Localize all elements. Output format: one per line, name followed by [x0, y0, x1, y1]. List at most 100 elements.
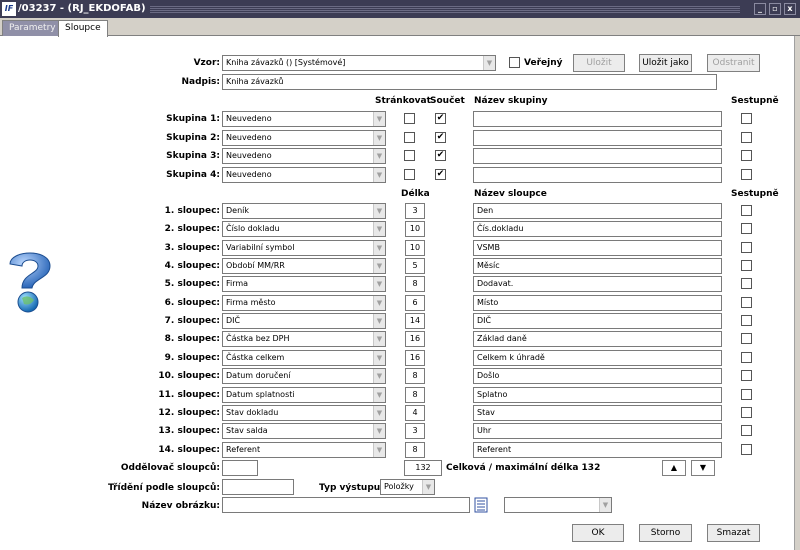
column-descending-checkbox[interactable]: [741, 296, 752, 308]
column-name-input[interactable]: Místo: [473, 294, 722, 311]
group-name-input[interactable]: [473, 111, 722, 127]
column-name-input[interactable]: DIČ: [473, 313, 722, 330]
nadpis-input[interactable]: Kniha závazků: [222, 74, 717, 90]
column-name-input[interactable]: Základ daně: [473, 331, 722, 348]
column-length-input[interactable]: 3: [405, 423, 425, 440]
column-name-input[interactable]: Čís.dokladu: [473, 221, 722, 238]
save-button[interactable]: Uložit: [573, 54, 625, 72]
column-select[interactable]: Stav salda ▼: [222, 423, 386, 440]
column-descending-checkbox[interactable]: [741, 425, 752, 437]
group-descending-checkbox[interactable]: [741, 131, 752, 143]
column-descending-checkbox[interactable]: [741, 443, 752, 455]
column-length-input[interactable]: 6: [405, 294, 425, 311]
column-select[interactable]: Stav dokladu ▼: [222, 404, 386, 421]
column-descending-checkbox[interactable]: [741, 260, 752, 272]
group-descending-checkbox[interactable]: [741, 150, 752, 161]
column-select[interactable]: Datum splatnosti ▼: [222, 386, 386, 403]
nazev-obrazku-input[interactable]: [222, 497, 470, 513]
strankovat-checkbox[interactable]: [404, 131, 415, 143]
group-name-input[interactable]: [473, 166, 722, 183]
column-select[interactable]: DIČ ▼: [222, 313, 386, 330]
column-length-input[interactable]: 16: [405, 331, 425, 348]
group-select[interactable]: Neuvedeno ▼: [222, 111, 386, 127]
typ-vystupu-select[interactable]: Položky ▼: [380, 479, 435, 495]
column-select[interactable]: Datum doručení ▼: [222, 368, 386, 385]
clear-button[interactable]: Smazat: [707, 524, 760, 542]
group-select[interactable]: Neuvedeno ▼: [222, 166, 386, 183]
column-name-input[interactable]: VSMB: [473, 239, 722, 256]
column-name-input[interactable]: Celkem k úhradě: [473, 349, 722, 366]
column-length-input[interactable]: 8: [405, 368, 425, 385]
oddelovac-input[interactable]: [222, 460, 258, 476]
vzor-select[interactable]: Kniha závazků () [Systémové] ▼: [222, 55, 496, 71]
column-name-input[interactable]: Měsíc: [473, 258, 722, 275]
strankovat-checkbox[interactable]: [404, 150, 415, 161]
soucet-checkbox[interactable]: ✔: [435, 150, 446, 161]
column-length-input[interactable]: 5: [405, 258, 425, 275]
soucet-checkbox[interactable]: ✔: [435, 113, 446, 124]
column-select[interactable]: Referent ▼: [222, 441, 386, 458]
group-name-input[interactable]: [473, 129, 722, 146]
tab-parametry[interactable]: Parametry: [2, 20, 63, 36]
verejny-checkbox[interactable]: [509, 57, 520, 68]
column-name-input[interactable]: Dodavat.: [473, 276, 722, 293]
column-descending-checkbox[interactable]: [741, 205, 752, 216]
group-select[interactable]: Neuvedeno ▼: [222, 129, 386, 146]
column-select[interactable]: Částka bez DPH ▼: [222, 331, 386, 348]
column-descending-checkbox[interactable]: [741, 223, 752, 235]
column-descending-checkbox[interactable]: [741, 241, 752, 253]
column-length-input[interactable]: 8: [405, 441, 425, 458]
minimize-button[interactable]: _: [754, 3, 766, 15]
column-descending-checkbox[interactable]: [741, 333, 752, 345]
column-descending-checkbox[interactable]: [741, 351, 752, 363]
column-name-input[interactable]: Referent: [473, 441, 722, 458]
move-up-button[interactable]: ▲: [662, 460, 686, 476]
tab-sloupce[interactable]: Sloupce: [58, 20, 108, 37]
column-length-input[interactable]: 8: [405, 386, 425, 403]
strankovat-checkbox[interactable]: [404, 113, 415, 124]
column-descending-checkbox[interactable]: [741, 278, 752, 290]
cancel-button[interactable]: Storno: [639, 524, 692, 542]
column-descending-checkbox[interactable]: [741, 388, 752, 400]
column-select[interactable]: Deník ▼: [222, 203, 386, 219]
column-descending-checkbox[interactable]: [741, 370, 752, 382]
column-select[interactable]: Variabilní symbol ▼: [222, 239, 386, 256]
ok-button[interactable]: OK: [572, 524, 624, 542]
column-descending-checkbox[interactable]: [741, 315, 752, 327]
column-select[interactable]: Částka celkem ▼: [222, 349, 386, 366]
browse-list-icon[interactable]: [474, 497, 488, 513]
column-length-input[interactable]: 14: [405, 313, 425, 330]
soucet-checkbox[interactable]: ✔: [435, 131, 446, 143]
column-name-input[interactable]: Stav: [473, 404, 722, 421]
column-select[interactable]: Firma ▼: [222, 276, 386, 293]
obrazek-select[interactable]: ▼: [504, 497, 612, 513]
strankovat-checkbox[interactable]: [404, 168, 415, 180]
trideni-input[interactable]: [222, 479, 294, 495]
column-select[interactable]: Firma město ▼: [222, 294, 386, 311]
column-descending-checkbox[interactable]: [741, 406, 752, 418]
close-button[interactable]: x: [784, 3, 796, 15]
group-descending-checkbox[interactable]: [741, 168, 752, 180]
column-length-input[interactable]: 10: [405, 239, 425, 256]
column-name-input[interactable]: Splatno: [473, 386, 722, 403]
column-select[interactable]: Období MM/RR ▼: [222, 258, 386, 275]
move-down-button[interactable]: ▼: [691, 460, 715, 476]
column-length-input[interactable]: 8: [405, 276, 425, 293]
group-name-input[interactable]: [473, 148, 722, 164]
soucet-checkbox[interactable]: ✔: [435, 168, 446, 180]
delete-template-button[interactable]: Odstranit: [707, 54, 760, 72]
column-length-input[interactable]: 10: [405, 221, 425, 238]
restore-button[interactable]: ▫: [769, 3, 781, 15]
save-as-button[interactable]: Uložit jako: [639, 54, 692, 72]
group-select[interactable]: Neuvedeno ▼: [222, 148, 386, 164]
column-name-input[interactable]: Došlo: [473, 368, 722, 385]
column-select[interactable]: Číslo dokladu ▼: [222, 221, 386, 238]
column-length-input[interactable]: 4: [405, 404, 425, 421]
column-length-input[interactable]: 16: [405, 349, 425, 366]
column-name-input[interactable]: Den: [473, 203, 722, 219]
column-name-input[interactable]: Uhr: [473, 423, 722, 440]
right-edge-splitter[interactable]: [794, 36, 800, 550]
column-length-input[interactable]: 3: [405, 203, 425, 219]
group-descending-checkbox[interactable]: [741, 113, 752, 124]
chevron-down-icon: ▼: [373, 167, 385, 182]
